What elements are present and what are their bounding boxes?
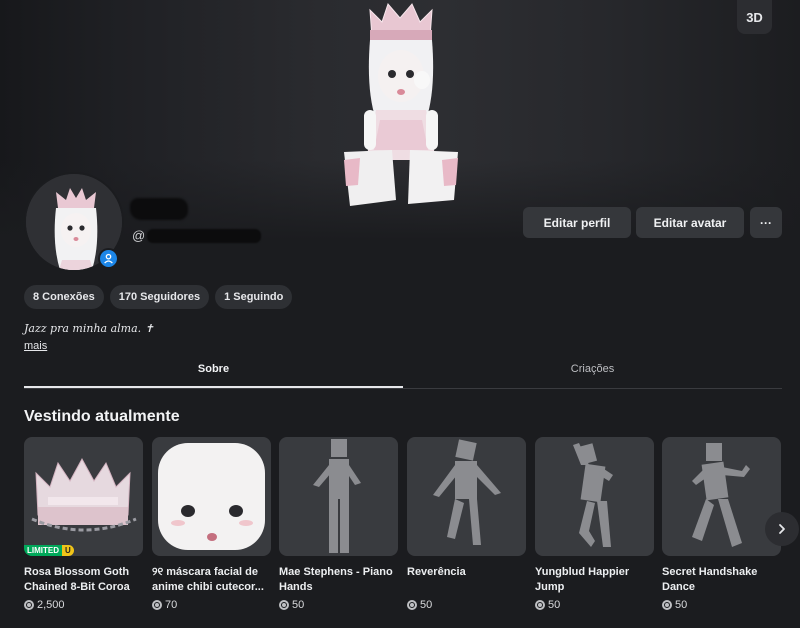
username: @ bbox=[132, 228, 262, 243]
profile-tabs: Sobre Criações bbox=[24, 356, 782, 389]
item-thumbnail[interactable] bbox=[279, 437, 398, 556]
avatar-3d-figure bbox=[344, 3, 458, 206]
following-pill[interactable]: 1 Seguindo bbox=[215, 285, 293, 309]
user-badge-icon bbox=[98, 248, 119, 269]
robux-icon bbox=[535, 600, 545, 610]
edit-profile-button[interactable]: Editar perfil bbox=[523, 207, 631, 238]
emote-figure-icon bbox=[433, 439, 501, 545]
username-at-sign: @ bbox=[132, 228, 146, 243]
item-thumbnail[interactable] bbox=[662, 437, 781, 556]
profile-stats: 8 Conexões 170 Seguidores 1 Seguindo bbox=[24, 285, 293, 309]
crown-item-image bbox=[31, 457, 137, 532]
item-price: 50 bbox=[407, 599, 526, 611]
emote-figure-icon bbox=[573, 443, 613, 547]
limited-badge: LIMITED U bbox=[24, 545, 74, 556]
robux-icon bbox=[24, 600, 34, 610]
item-name[interactable]: Secret Handshake Dance bbox=[662, 565, 781, 595]
list-item[interactable]: Yungblud Happier Jump 50 bbox=[535, 437, 654, 611]
chevron-right-icon bbox=[779, 524, 785, 534]
item-price: 50 bbox=[662, 599, 781, 611]
item-thumbnail[interactable] bbox=[152, 437, 271, 556]
robux-icon bbox=[662, 600, 672, 610]
item-name[interactable]: Reverência bbox=[407, 565, 526, 595]
edit-avatar-button[interactable]: Editar avatar bbox=[636, 207, 744, 238]
item-thumbnail[interactable]: LIMITED U bbox=[24, 437, 143, 556]
list-item[interactable]: Mae Stephens - Piano Hands 50 bbox=[279, 437, 398, 611]
robux-icon bbox=[407, 600, 417, 610]
item-price: 70 bbox=[152, 599, 271, 611]
item-name[interactable]: Yungblud Happier Jump bbox=[535, 565, 654, 595]
emote-figure-icon bbox=[692, 443, 750, 547]
robux-icon bbox=[152, 600, 162, 610]
username-redacted bbox=[147, 228, 262, 243]
emote-figure-icon bbox=[313, 439, 361, 553]
tab-sobre[interactable]: Sobre bbox=[24, 356, 403, 388]
face-mask-item-image bbox=[158, 443, 265, 550]
item-price: 2,500 bbox=[24, 599, 143, 611]
wearing-items-carousel: LIMITED U Rosa Blossom Goth Chained 8-Bi… bbox=[24, 437, 800, 628]
wearing-section-title: Vestindo atualmente bbox=[24, 408, 180, 425]
item-thumbnail[interactable] bbox=[535, 437, 654, 556]
list-item[interactable]: LIMITED U Rosa Blossom Goth Chained 8-Bi… bbox=[24, 437, 143, 611]
profile-bio: Jazz pra minha alma. ✝ bbox=[24, 322, 154, 335]
item-name[interactable]: Mae Stephens - Piano Hands bbox=[279, 565, 398, 595]
display-name-redacted bbox=[130, 198, 188, 220]
tab-criacoes[interactable]: Criações bbox=[403, 356, 782, 388]
view-3d-button[interactable]: 3D bbox=[737, 0, 772, 34]
followers-pill[interactable]: 170 Seguidores bbox=[109, 285, 210, 309]
bio-more-link[interactable]: mais bbox=[24, 340, 47, 352]
list-item[interactable]: ୨୧ máscara facial de anime chibi cutecor… bbox=[152, 437, 271, 611]
connections-pill[interactable]: 8 Conexões bbox=[24, 285, 104, 309]
carousel-next-button[interactable] bbox=[765, 512, 799, 546]
item-price: 50 bbox=[279, 599, 398, 611]
item-thumbnail[interactable] bbox=[407, 437, 526, 556]
list-item[interactable]: Reverência 50 bbox=[407, 437, 526, 611]
item-name[interactable]: ୨୧ máscara facial de anime chibi cutecor… bbox=[152, 565, 271, 595]
item-name[interactable]: Rosa Blossom Goth Chained 8-Bit Coroa bbox=[24, 565, 143, 595]
more-options-button[interactable]: ··· bbox=[750, 207, 782, 238]
robux-icon bbox=[279, 600, 289, 610]
item-price: 50 bbox=[535, 599, 654, 611]
list-item[interactable]: Secret Handshake Dance 50 bbox=[662, 437, 781, 611]
